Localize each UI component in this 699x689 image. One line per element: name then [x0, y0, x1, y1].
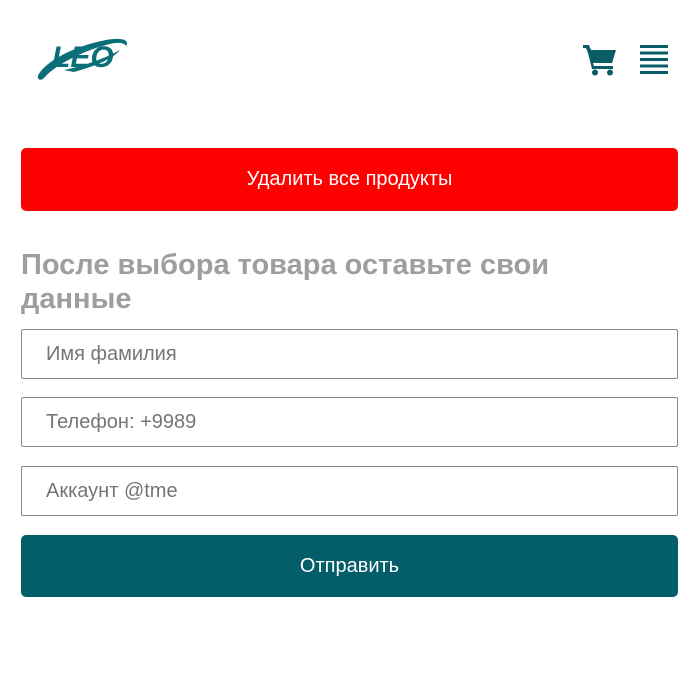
phone-input[interactable] — [21, 397, 678, 447]
leo-logo[interactable]: LEO — [34, 32, 130, 84]
submit-button[interactable]: Отправить — [21, 535, 678, 597]
site-header: LEO — [0, 0, 699, 110]
svg-text:LEO: LEO — [52, 41, 114, 74]
cart-button[interactable] — [582, 42, 618, 76]
form-title: После выбора товара оставьте свои данные — [21, 249, 550, 315]
hamburger-menu-icon — [640, 45, 668, 74]
shopping-cart-icon — [583, 45, 616, 76]
delete-all-products-button[interactable]: Удалить все продукты — [21, 148, 678, 211]
full-name-input[interactable] — [21, 329, 678, 379]
menu-button[interactable] — [640, 44, 668, 74]
telegram-account-input[interactable] — [21, 466, 678, 516]
